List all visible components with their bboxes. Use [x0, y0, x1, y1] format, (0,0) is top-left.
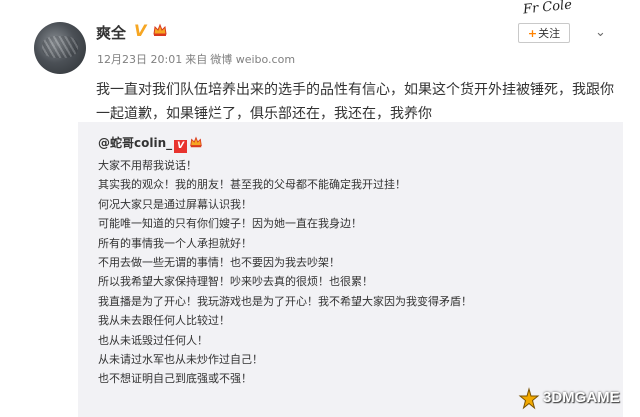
- follow-button[interactable]: +关注: [518, 23, 570, 43]
- repost-line: 不用去做一些无谓的事情！也不要因为我去吵架！: [98, 256, 340, 270]
- repost-line: 何况大家只是通过屏幕认识我！: [98, 197, 252, 211]
- repost-line: 可能唯一知道的只有你们嫂子！因为她一直在我身边！: [98, 217, 362, 231]
- repost-line: 我直播是为了开心！我玩游戏也是为了开心！我不希望大家因为我变得矛盾！: [98, 294, 472, 308]
- repost-line: 也从未诋毁过任何人！: [98, 333, 208, 347]
- repost-line: 大家不用帮我说话！: [98, 159, 197, 172]
- crown-icon: [190, 136, 202, 148]
- repost-card: @蛇哥colin_ V 大家不用帮我说话！ 其实我的观众！我的朋友！甚至我的父母都…: [78, 122, 623, 417]
- post-meta: 12月23日 20:01 来自 微博 weibo.com: [97, 51, 298, 67]
- watermark-logo-icon: [518, 387, 540, 410]
- signature: Fr Cole: [522, 0, 573, 18]
- repost-header: @蛇哥colin_ V: [98, 134, 203, 153]
- watermark: 3DMGAME: [517, 385, 635, 413]
- post-time[interactable]: 12月23日 20:01: [97, 53, 182, 66]
- post-source[interactable]: 微博 weibo.com: [210, 53, 295, 66]
- repost-line: 所以我希望大家保持理智！吵来吵去真的很烦！也很累！: [98, 275, 373, 289]
- post-text: 我一直对我们队伍培养出来的选手的品性有信心，如果这个货开外挂被锤死，我跟你一起道…: [96, 82, 614, 122]
- crown-icon: [153, 23, 167, 36]
- follow-label: 关注: [538, 27, 561, 40]
- repost-author[interactable]: @蛇哥colin_: [98, 136, 172, 150]
- repost-verified-icon: V: [174, 140, 188, 153]
- post-source-prefix: 来自: [185, 53, 208, 66]
- repost-line: 我从未去跟任何人比较过！: [98, 314, 230, 328]
- repost-lines: 大家不用帮我说话！ 其实我的观众！我的朋友！甚至我的父母都不能确定我开过挂！ 何…: [98, 156, 598, 389]
- chevron-down-icon[interactable]: ⌄: [595, 25, 606, 40]
- avatar[interactable]: [34, 22, 86, 74]
- repost-line: 所有的事情我一个人承担就好！: [98, 236, 252, 250]
- repost-line: 从未请过水军也从未炒作过自己！: [98, 353, 263, 367]
- watermark-text: 3DMGAME: [543, 389, 620, 406]
- post-author-name[interactable]: 爽全: [96, 22, 126, 43]
- repost-line: 其实我的观众！我的朋友！甚至我的父母都不能确定我开过挂！: [98, 178, 406, 192]
- plus-icon: +: [527, 27, 538, 40]
- verified-icon: V: [134, 21, 147, 40]
